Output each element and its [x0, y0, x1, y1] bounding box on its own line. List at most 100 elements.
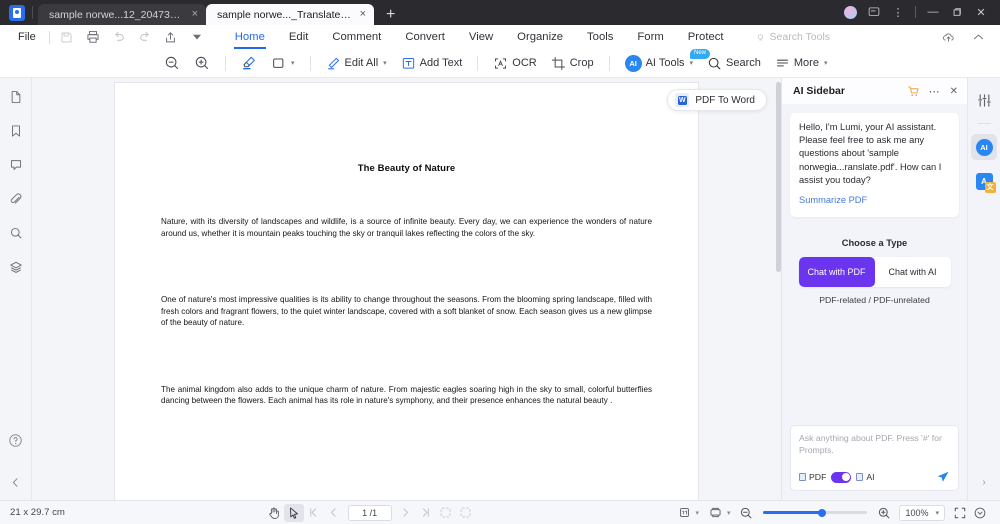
- last-page-button[interactable]: [416, 504, 436, 522]
- quick-access-more-icon[interactable]: [184, 27, 210, 47]
- bookmark-icon[interactable]: [5, 121, 27, 141]
- tab-home[interactable]: Home: [224, 29, 276, 49]
- shape-icon: [273, 57, 284, 68]
- tab-organize[interactable]: Organize: [506, 29, 574, 46]
- zoom-slider[interactable]: [763, 508, 868, 517]
- ai-sidebar-more-icon[interactable]: ⋯: [929, 85, 941, 98]
- page-layout-icon[interactable]: [674, 504, 694, 522]
- zoom-level-selector[interactable]: 100% ▾: [899, 504, 946, 521]
- zoom-out-button[interactable]: [158, 52, 186, 74]
- file-menu[interactable]: File: [9, 31, 45, 43]
- edit-all-button[interactable]: Edit All ▾: [320, 52, 393, 74]
- more-options-icon[interactable]: ⋮: [887, 4, 909, 20]
- summarize-pdf-link[interactable]: Summarize PDF: [799, 195, 867, 205]
- select-tool-icon[interactable]: [283, 503, 304, 522]
- cloud-upload-icon[interactable]: [935, 27, 961, 47]
- view-mode-icon[interactable]: [706, 504, 726, 522]
- shape-button[interactable]: ▾: [265, 52, 301, 74]
- search-button[interactable]: Search: [701, 52, 767, 74]
- chevron-down-icon[interactable]: ▾: [290, 59, 295, 67]
- fit-page-icon[interactable]: [436, 504, 456, 522]
- redo-icon[interactable]: [132, 27, 158, 47]
- next-page-button[interactable]: [396, 504, 416, 522]
- ai-sidebar-close-icon[interactable]: ✕: [950, 86, 958, 97]
- layers-icon[interactable]: [5, 257, 27, 277]
- chevron-down-icon[interactable]: ▾: [689, 59, 694, 67]
- save-icon[interactable]: [54, 27, 80, 47]
- thumbnails-icon[interactable]: [5, 87, 27, 107]
- zoom-in-button[interactable]: [188, 52, 216, 74]
- translate-icon[interactable]: A文: [971, 168, 997, 194]
- ai-mode-chip[interactable]: AI: [856, 472, 875, 482]
- tab-convert[interactable]: Convert: [394, 29, 456, 46]
- page-number-input[interactable]: 1 /1: [347, 504, 392, 521]
- cart-icon[interactable]: [907, 85, 920, 98]
- chevron-down-icon[interactable]: ▾: [726, 509, 731, 517]
- ai-composer[interactable]: Ask anything about PDF. Press '#' for Pr…: [790, 425, 959, 491]
- fullscreen-icon[interactable]: [950, 504, 970, 522]
- search-tools-entry[interactable]: Search Tools: [755, 31, 830, 43]
- pdf-mode-chip[interactable]: PDF: [799, 472, 826, 482]
- ai-tools-button[interactable]: AI AI Tools ▾ New: [619, 49, 711, 74]
- pdf-ai-toggle[interactable]: [831, 471, 852, 483]
- collapse-sidebar-icon[interactable]: [5, 472, 27, 492]
- close-button[interactable]: ✕: [970, 4, 992, 20]
- chat-with-ai-option[interactable]: Chat with AI: [875, 257, 951, 287]
- comment-icon[interactable]: [5, 155, 27, 175]
- tab-edit[interactable]: Edit: [278, 29, 319, 46]
- fit-width-icon[interactable]: [456, 504, 476, 522]
- expand-panel-icon[interactable]: ›: [982, 477, 985, 488]
- document-viewport[interactable]: The Beauty of Nature Nature, with its di…: [32, 78, 781, 500]
- window-controls: ⋮ — ✕: [839, 4, 1000, 25]
- minimize-button[interactable]: —: [922, 4, 944, 20]
- tab-close-icon[interactable]: ×: [190, 9, 198, 20]
- send-icon[interactable]: [936, 470, 950, 484]
- tab-form[interactable]: Form: [626, 29, 674, 46]
- more-button[interactable]: More ▾: [769, 52, 834, 74]
- avatar[interactable]: [839, 4, 861, 20]
- tab-comment[interactable]: Comment: [321, 29, 392, 46]
- chevron-down-icon[interactable]: ▾: [935, 509, 940, 517]
- help-icon[interactable]: [5, 430, 27, 450]
- attachment-icon[interactable]: [5, 189, 27, 209]
- ocr-button[interactable]: OCR: [487, 52, 542, 74]
- feedback-icon[interactable]: [863, 4, 885, 20]
- chat-with-pdf-option[interactable]: Chat with PDF: [798, 257, 875, 287]
- status-more-icon[interactable]: [970, 504, 990, 522]
- ai-assistant-icon[interactable]: AI: [971, 134, 997, 160]
- settings-sliders-icon[interactable]: [971, 87, 997, 113]
- collapse-ribbon-icon[interactable]: [965, 27, 991, 47]
- chevron-down-icon[interactable]: ▾: [382, 59, 387, 67]
- first-page-button[interactable]: [304, 504, 324, 522]
- tab-protect[interactable]: Protect: [677, 29, 735, 46]
- hand-tool-icon[interactable]: [264, 504, 284, 522]
- undo-icon[interactable]: [106, 27, 132, 47]
- chat-type-segmented-control: Chat with PDF Chat with AI: [798, 257, 951, 287]
- add-text-button[interactable]: Add Text: [395, 52, 469, 74]
- highlight-button[interactable]: [235, 52, 263, 74]
- tab-close-icon[interactable]: ×: [358, 9, 366, 20]
- title-bar: sample norwe...12_204731.pdf × sample no…: [0, 0, 1000, 25]
- print-icon[interactable]: [80, 27, 106, 47]
- maximize-button[interactable]: [946, 4, 968, 20]
- crop-button[interactable]: Crop: [545, 52, 600, 74]
- share-icon[interactable]: [158, 27, 184, 47]
- chevron-down-icon[interactable]: ▾: [694, 509, 699, 517]
- zoom-in-button[interactable]: [874, 504, 894, 522]
- document-tab-1[interactable]: sample norwe...12_204731.pdf ×: [38, 4, 206, 25]
- new-tab-button[interactable]: +: [374, 7, 405, 25]
- document-paragraph: Nature, with its diversity of landscapes…: [161, 217, 652, 238]
- tab-tools[interactable]: Tools: [576, 29, 624, 46]
- zoom-out-button[interactable]: [736, 504, 756, 522]
- tab-view[interactable]: View: [458, 29, 504, 46]
- search-icon[interactable]: [5, 223, 27, 243]
- pdf-to-word-button[interactable]: W PDF To Word: [667, 89, 767, 111]
- add-text-label: Add Text: [419, 57, 463, 69]
- chevron-down-icon[interactable]: ▾: [823, 59, 828, 67]
- pdf-page[interactable]: The Beauty of Nature Nature, with its di…: [115, 83, 698, 500]
- toolbar-divider: [608, 55, 610, 71]
- document-tab-2[interactable]: sample norwe..._Translate.pdf ×: [206, 4, 374, 25]
- pdf-to-word-label: PDF To Word: [695, 94, 755, 106]
- previous-page-button[interactable]: [324, 504, 344, 522]
- ai-prompt-input[interactable]: Ask anything about PDF. Press '#' for Pr…: [799, 433, 950, 456]
